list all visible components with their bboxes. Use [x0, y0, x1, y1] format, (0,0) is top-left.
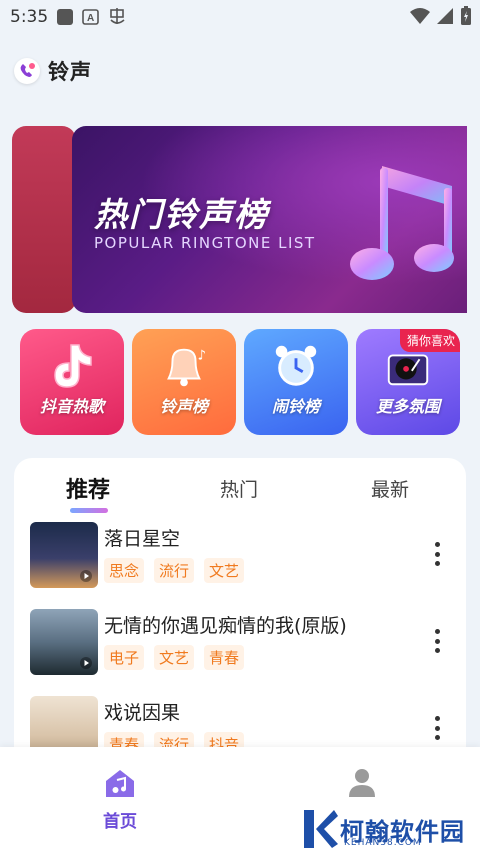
- watermark-subtext: KEHAN38.COM: [344, 838, 422, 848]
- song-title: 无情的你遇见痴情的我(原版): [104, 615, 347, 637]
- status-bar: 5:35 A: [0, 0, 480, 34]
- app-a-icon: A: [82, 8, 100, 26]
- category-more-vibes[interactable]: 猜你喜欢 更多氛围: [356, 329, 460, 435]
- category-label: 闹铃榜: [271, 397, 320, 416]
- play-icon[interactable]: [80, 657, 92, 669]
- category-ringtone-chart[interactable]: ♪ 铃声榜: [132, 329, 236, 435]
- song-tag[interactable]: 文艺: [204, 558, 245, 583]
- battery-icon: [460, 6, 472, 30]
- song-tags: 电子 文艺 青春: [104, 645, 245, 670]
- bell-icon: ♪: [159, 341, 209, 391]
- svg-text:A: A: [87, 13, 94, 24]
- category-grid: 抖音热歌 ♪ 铃声榜 闹铃榜 猜你喜欢 更多氛围: [20, 329, 462, 437]
- banner-prev-slide[interactable]: [12, 126, 76, 313]
- tab-newest[interactable]: 最新: [371, 475, 409, 502]
- more-options-icon[interactable]: [434, 716, 440, 740]
- nav-home-label: 首页: [103, 812, 137, 832]
- banner-subtitle: POPULAR RINGTONE LIST: [94, 234, 316, 252]
- song-title: 戏说因果: [104, 702, 181, 724]
- song-row[interactable]: 落日星空 思念 流行 文艺: [30, 522, 456, 592]
- tab-recommended[interactable]: 推荐: [66, 472, 110, 504]
- song-list-card: 推荐 热门 最新 落日星空 思念 流行 文艺 无情的你遇见痴情的我(原版) 电子…: [14, 458, 466, 758]
- app-header: 铃声: [14, 56, 92, 86]
- song-tag[interactable]: 思念: [104, 558, 145, 583]
- play-icon[interactable]: [80, 570, 92, 582]
- song-tag[interactable]: 流行: [154, 558, 195, 583]
- song-title: 落日星空: [104, 528, 181, 550]
- nav-home[interactable]: 首页: [80, 767, 160, 832]
- more-options-icon[interactable]: [434, 542, 440, 566]
- status-time: 5:35: [10, 7, 49, 27]
- signal-icon: [436, 7, 454, 29]
- banner-title: 热门铃声榜: [94, 195, 269, 234]
- banner-popular-ringtones[interactable]: 热门铃声榜 POPULAR RINGTONE LIST: [72, 126, 467, 313]
- category-alarm-chart[interactable]: 闹铃榜: [244, 329, 348, 435]
- more-options-icon[interactable]: [434, 629, 440, 653]
- alarm-clock-icon: [271, 341, 321, 391]
- song-tag[interactable]: 文艺: [154, 645, 195, 670]
- chinese-char-icon: [108, 8, 126, 26]
- music-note-icon: [350, 166, 454, 280]
- song-tags: 思念 流行 文艺: [104, 558, 245, 583]
- category-douyin-hits[interactable]: 抖音热歌: [20, 329, 124, 435]
- song-tag[interactable]: 青春: [204, 645, 245, 670]
- svg-text:♪: ♪: [197, 348, 206, 363]
- tab-active-indicator: [70, 508, 108, 513]
- song-cover[interactable]: [30, 609, 98, 675]
- user-icon: [349, 769, 375, 797]
- category-label: 铃声榜: [159, 397, 208, 416]
- page-title: 铃声: [48, 60, 92, 84]
- song-tabs: 推荐 热门 最新: [14, 468, 466, 518]
- tab-hot[interactable]: 热门: [220, 475, 258, 502]
- category-label: 更多氛围: [375, 397, 440, 416]
- app-logo-icon: [14, 58, 40, 84]
- home-music-icon: [106, 770, 134, 797]
- notification-square-icon: [56, 8, 74, 26]
- category-label: 抖音热歌: [39, 397, 104, 416]
- nav-profile[interactable]: [322, 767, 402, 799]
- song-cover[interactable]: [30, 522, 98, 588]
- watermark-logo-icon: [304, 810, 338, 848]
- song-tag[interactable]: 电子: [104, 645, 145, 670]
- tiktok-icon: [47, 341, 97, 391]
- song-row[interactable]: 无情的你遇见痴情的我(原版) 电子 文艺 青春: [30, 609, 456, 679]
- wifi-icon: [410, 7, 430, 29]
- watermark: 柯翰软件园 KEHAN38.COM: [300, 808, 465, 850]
- guess-you-like-badge: 猜你喜欢: [399, 329, 460, 352]
